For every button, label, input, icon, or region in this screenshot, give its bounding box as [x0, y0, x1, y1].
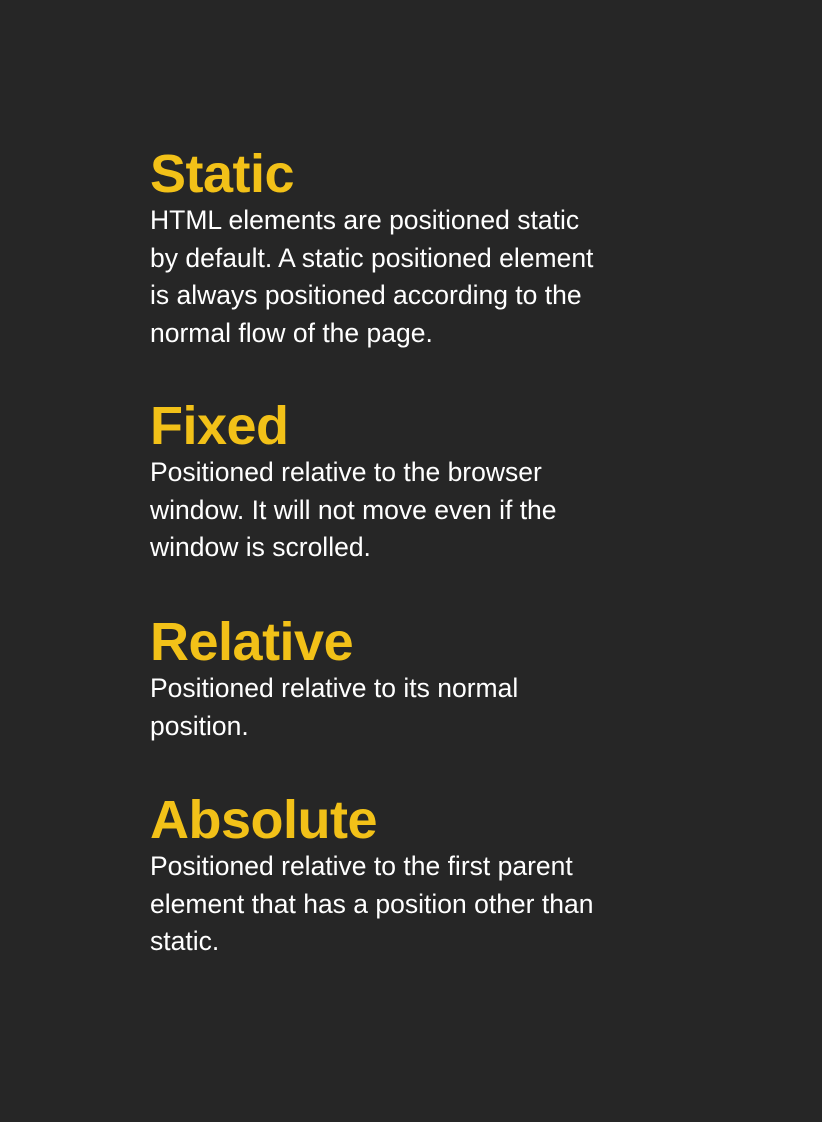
- section-body-static: HTML elements are positioned static by d…: [150, 205, 594, 348]
- section-body-relative: Positioned relative to its normal positi…: [150, 673, 519, 741]
- section-title-absolute: Absolute: [150, 790, 378, 850]
- section-absolute: Absolute Positioned relative to the firs…: [150, 792, 710, 961]
- section-relative: Relative Positioned relative to its norm…: [150, 614, 710, 745]
- section-fixed: Fixed Positioned relative to the browser…: [150, 398, 710, 567]
- section-title-static: Static: [150, 144, 295, 204]
- section-title-relative: Relative: [150, 612, 354, 672]
- section-title-fixed: Fixed: [150, 396, 289, 456]
- section-body-absolute: Positioned relative to the first parent …: [150, 851, 594, 956]
- section-body-fixed: Positioned relative to the browser windo…: [150, 457, 557, 562]
- section-static: Static HTML elements are positioned stat…: [150, 146, 710, 352]
